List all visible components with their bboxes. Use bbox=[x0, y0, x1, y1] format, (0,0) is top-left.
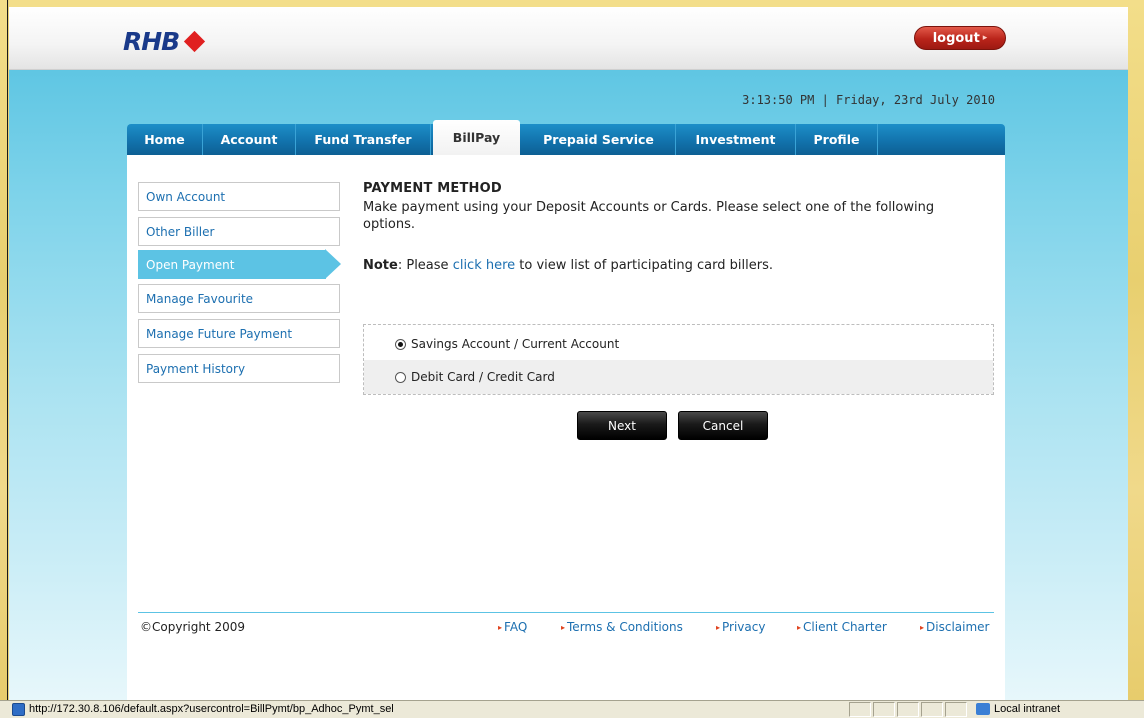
main-nav-tabs: Home Account Fund Transfer BillPay Prepa… bbox=[127, 120, 1005, 155]
browser-viewport: RHB logout ▸ 3:13:50 PM | Friday, 23rd J… bbox=[9, 0, 1128, 700]
option-label: Savings Account / Current Account bbox=[411, 337, 620, 351]
status-segment bbox=[921, 702, 943, 717]
page-title: PAYMENT METHOD bbox=[363, 181, 502, 196]
footer-link-label: Terms & Conditions bbox=[567, 620, 683, 634]
status-url: http://172.30.8.106/default.aspx?usercon… bbox=[29, 703, 394, 715]
footer-link-privacy[interactable]: ▸ Privacy bbox=[716, 620, 765, 634]
logo-text: RHB bbox=[123, 27, 180, 56]
logout-button[interactable]: logout ▸ bbox=[914, 26, 1006, 50]
tab-prepaid-service[interactable]: Prepaid Service bbox=[522, 124, 676, 155]
note-suffix: to view list of participating card bille… bbox=[515, 258, 773, 273]
arrow-right-icon: ▸ bbox=[797, 622, 802, 632]
site-header: RHB logout ▸ bbox=[9, 7, 1128, 70]
radio-savings-current[interactable] bbox=[395, 338, 406, 350]
logo-diamond-icon bbox=[184, 30, 206, 53]
next-button[interactable]: Next bbox=[577, 411, 667, 440]
tab-account[interactable]: Account bbox=[203, 124, 296, 155]
status-segment bbox=[897, 702, 919, 717]
footer-divider bbox=[138, 612, 994, 613]
status-segment bbox=[873, 702, 895, 717]
option-debit-credit[interactable]: Debit Card / Credit Card bbox=[364, 360, 993, 394]
footer-link-label: Privacy bbox=[722, 620, 766, 634]
sidebar-item-open-payment[interactable]: Open Payment bbox=[138, 250, 326, 279]
sidebar-item-manage-future-payment[interactable]: Manage Future Payment bbox=[138, 319, 340, 348]
note-label: Note bbox=[363, 258, 398, 273]
tab-home[interactable]: Home bbox=[127, 124, 203, 155]
tab-billpay[interactable]: BillPay bbox=[433, 120, 520, 155]
radio-debit-credit[interactable] bbox=[395, 371, 406, 383]
top-strip bbox=[9, 0, 1128, 7]
arrow-right-icon: ▸ bbox=[561, 622, 566, 632]
tab-profile[interactable]: Profile bbox=[796, 124, 878, 155]
footer-link-label: Disclaimer bbox=[926, 620, 990, 634]
option-savings-current[interactable]: Savings Account / Current Account bbox=[364, 327, 993, 361]
rhb-logo[interactable]: RHB bbox=[123, 27, 206, 56]
active-arrow-icon bbox=[325, 249, 341, 279]
sidebar-item-payment-history[interactable]: Payment History bbox=[138, 354, 340, 383]
footer-link-label: FAQ bbox=[504, 620, 528, 634]
intranet-zone-icon bbox=[976, 703, 990, 715]
current-datetime: 3:13:50 PM | Friday, 23rd July 2010 bbox=[742, 93, 995, 107]
cancel-button[interactable]: Cancel bbox=[678, 411, 768, 440]
copyright-text: ©Copyright 2009 bbox=[140, 620, 245, 634]
arrow-right-icon: ▸ bbox=[920, 622, 925, 632]
footer-link-disclaimer[interactable]: ▸ Disclaimer bbox=[920, 620, 989, 634]
tab-fund-transfer[interactable]: Fund Transfer bbox=[296, 124, 431, 155]
page-icon bbox=[12, 703, 25, 716]
chevron-right-icon: ▸ bbox=[982, 33, 988, 43]
card-billers-link[interactable]: click here bbox=[453, 258, 515, 273]
note-text: Note: Please click here to view list of … bbox=[363, 258, 773, 273]
browser-statusbar: http://172.30.8.106/default.aspx?usercon… bbox=[0, 700, 1144, 718]
desktop-wallpaper-left bbox=[0, 0, 8, 700]
sidebar-item-manage-favourite[interactable]: Manage Favourite bbox=[138, 284, 340, 313]
tab-investment[interactable]: Investment bbox=[676, 124, 796, 155]
sidebar-item-other-biller[interactable]: Other Biller bbox=[138, 217, 340, 246]
status-segment bbox=[849, 702, 871, 717]
footer-link-faq[interactable]: ▸ FAQ bbox=[498, 620, 527, 634]
arrow-right-icon: ▸ bbox=[498, 622, 503, 632]
footer-link-label: Client Charter bbox=[803, 620, 887, 634]
arrow-right-icon: ▸ bbox=[716, 622, 721, 632]
sidebar-item-own-account[interactable]: Own Account bbox=[138, 182, 340, 211]
logout-label: logout bbox=[932, 30, 980, 46]
footer-link-terms[interactable]: ▸ Terms & Conditions bbox=[561, 620, 683, 634]
note-prefix: : Please bbox=[397, 258, 453, 273]
option-label: Debit Card / Credit Card bbox=[411, 370, 555, 384]
footer-link-client-charter[interactable]: ▸ Client Charter bbox=[797, 620, 887, 634]
status-segment bbox=[945, 702, 967, 717]
security-zone-label: Local intranet bbox=[994, 703, 1061, 715]
desktop-wallpaper-right bbox=[1128, 0, 1144, 700]
payment-method-description: Make payment using your Deposit Accounts… bbox=[363, 200, 935, 232]
